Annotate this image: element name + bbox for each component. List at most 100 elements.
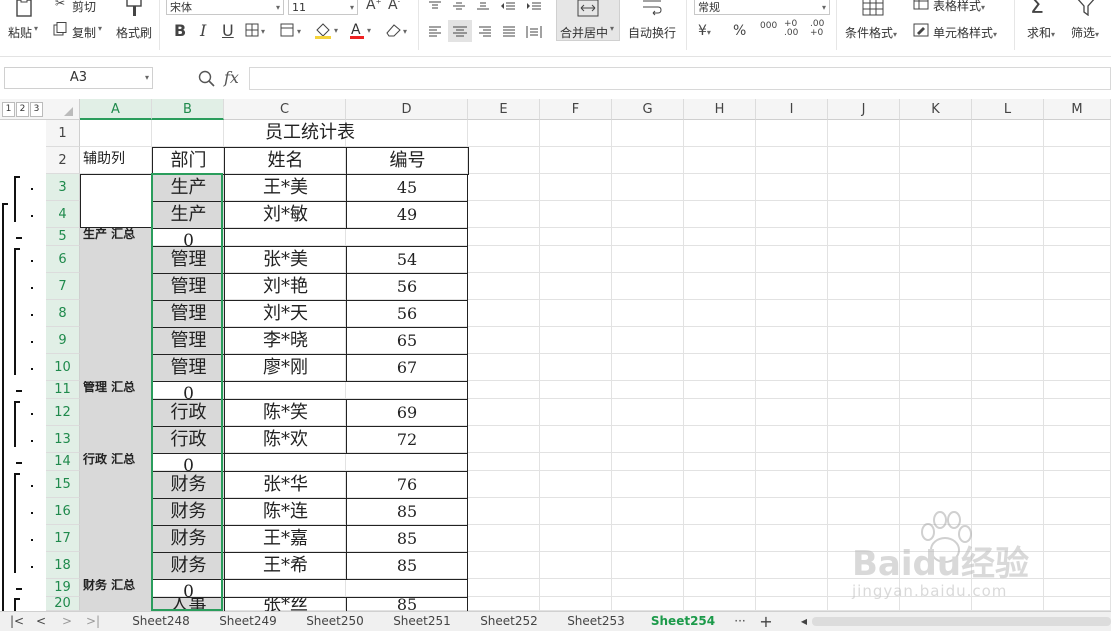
sheet-tab-sheet254[interactable]: Sheet254 <box>640 612 726 631</box>
subtotal-blank-cell[interactable] <box>224 453 468 472</box>
column-header-l[interactable]: L <box>972 99 1044 120</box>
paste-dropdown-icon[interactable]: ▾ <box>34 24 38 33</box>
align-bottom-icon[interactable] <box>476 0 490 14</box>
outline-row-dot[interactable] <box>31 188 33 190</box>
align-center-icon[interactable] <box>448 20 472 42</box>
row-header-6[interactable]: 6 <box>46 246 80 273</box>
row-header-13[interactable]: 13 <box>46 426 80 453</box>
paste-icon[interactable] <box>14 0 34 18</box>
column-header-f[interactable]: F <box>540 99 612 120</box>
id-cell[interactable]: 54 <box>346 246 468 274</box>
copy-dropdown-icon[interactable]: ▾ <box>98 24 102 33</box>
row-header-10[interactable]: 10 <box>46 354 80 381</box>
prev-sheet-icon[interactable]: < <box>32 612 50 631</box>
name-cell[interactable]: 王*希 <box>224 552 347 580</box>
dept-cell[interactable]: 生产 <box>152 174 225 202</box>
row-header-11[interactable]: 11 <box>46 381 80 399</box>
id-cell[interactable]: 45 <box>346 174 468 202</box>
zoom-icon[interactable] <box>198 70 216 91</box>
more-sheets-button[interactable]: ··· <box>730 612 750 631</box>
sheet-title-cell[interactable]: 员工统计表 <box>152 120 468 147</box>
percent-icon[interactable]: % <box>733 23 746 39</box>
outline-row-dot[interactable] <box>31 512 33 514</box>
id-cell[interactable]: 49 <box>346 201 468 229</box>
name-cell[interactable]: 刘*艳 <box>224 273 347 301</box>
column-header-c[interactable]: C <box>224 99 346 120</box>
last-sheet-icon[interactable]: >| <box>84 612 102 631</box>
outline-row-dot[interactable] <box>31 413 33 415</box>
dept-cell[interactable]: 管理 <box>152 327 225 355</box>
sheet-tab-sheet252[interactable]: Sheet252 <box>466 612 552 631</box>
dept-cell[interactable]: 财务 <box>152 525 225 553</box>
subtotal-count-cell[interactable]: 0 <box>152 228 225 247</box>
font-name-select[interactable]: 宋体 ▾ <box>166 0 284 15</box>
name-cell[interactable]: 王*嘉 <box>224 525 347 553</box>
scroll-left-icon[interactable]: ◀ <box>798 612 810 631</box>
column-header-k[interactable]: K <box>900 99 972 120</box>
row-header-5[interactable]: 5 <box>46 228 80 246</box>
dept-cell[interactable]: 管理 <box>152 246 225 274</box>
increase-decimal-icon[interactable]: +0 .00 <box>784 20 804 38</box>
sheet-tab-sheet253[interactable]: Sheet253 <box>553 612 639 631</box>
name-cell[interactable]: 王*美 <box>224 174 347 202</box>
row-header-4[interactable]: 4 <box>46 201 80 228</box>
add-sheet-button[interactable]: + <box>757 612 775 631</box>
subtotal-label-cell[interactable]: 财务 汇总 <box>80 579 152 598</box>
table-style-button[interactable]: 表格样式▾ <box>933 0 985 14</box>
outline-row-dot[interactable] <box>31 287 33 289</box>
id-cell[interactable]: 56 <box>346 273 468 301</box>
underline-icon[interactable]: U <box>222 21 234 40</box>
row-header-3[interactable]: 3 <box>46 174 80 201</box>
outline-subtotal-marker[interactable] <box>16 390 22 392</box>
sheet-tab-sheet251[interactable]: Sheet251 <box>379 612 465 631</box>
name-cell[interactable]: 陈*连 <box>224 498 347 526</box>
outline-row-dot[interactable] <box>31 215 33 217</box>
copy-icon[interactable] <box>53 22 67 39</box>
sum-button[interactable]: 求和▾ <box>1027 24 1055 41</box>
outline-group-bracket-top[interactable] <box>14 598 20 600</box>
column-header-a[interactable]: A <box>80 99 152 120</box>
row-header-18[interactable]: 18 <box>46 552 80 579</box>
dept-cell[interactable]: 管理 <box>152 300 225 328</box>
outline-level-1-button[interactable]: 1 <box>2 102 15 117</box>
outline-group-bracket-top[interactable] <box>14 473 20 475</box>
outline-group-bracket[interactable] <box>14 473 16 573</box>
dept-cell[interactable]: 财务 <box>152 552 225 580</box>
currency-icon[interactable]: ¥▾ <box>698 23 711 39</box>
column-header-i[interactable]: I <box>756 99 828 120</box>
italic-icon[interactable]: I <box>200 21 206 40</box>
name-box[interactable]: A3 ▾ <box>4 67 153 89</box>
outline-subtotal-marker[interactable] <box>16 462 22 464</box>
name-cell[interactable]: 陈*欢 <box>224 426 347 454</box>
conditional-format-icon[interactable] <box>862 0 884 19</box>
row-header-7[interactable]: 7 <box>46 273 80 300</box>
fill-color-icon[interactable]: ▾ <box>314 21 342 42</box>
dept-cell[interactable]: 财务 <box>152 498 225 526</box>
outline-level-2-button[interactable]: 2 <box>16 102 29 117</box>
id-cell[interactable]: 65 <box>346 327 468 355</box>
outline-row-dot[interactable] <box>31 440 33 442</box>
outline-group-bracket[interactable] <box>14 248 16 375</box>
column-header-e[interactable]: E <box>468 99 540 120</box>
row-header-2[interactable]: 2 <box>46 147 80 174</box>
subtotal-count-cell[interactable]: 0 <box>152 381 225 400</box>
outline-subtotal-marker[interactable] <box>16 237 22 239</box>
dept-cell[interactable]: 管理 <box>152 354 225 382</box>
subtotal-blank-cell[interactable] <box>224 579 468 598</box>
subtotal-label-cell[interactable]: 生产 汇总 <box>80 228 152 247</box>
id-cell[interactable]: 85 <box>346 552 468 580</box>
id-cell[interactable]: 76 <box>346 471 468 499</box>
filter-button[interactable]: 筛选▾ <box>1071 24 1099 41</box>
row-header-15[interactable]: 15 <box>46 471 80 498</box>
copy-button[interactable]: 复制 <box>72 24 96 41</box>
id-cell[interactable]: 85 <box>346 525 468 553</box>
outline-group-bracket-top[interactable] <box>14 176 20 178</box>
outline-group-bracket[interactable] <box>14 176 16 222</box>
sum-icon[interactable]: Σ <box>1030 0 1044 19</box>
id-cell[interactable]: 67 <box>346 354 468 382</box>
align-left-icon[interactable] <box>428 26 442 41</box>
outline-row-dot[interactable] <box>31 341 33 343</box>
subtotal-blank-cell[interactable] <box>224 228 468 247</box>
dept-cell[interactable]: 生产 <box>152 201 225 229</box>
outline-row-dot[interactable] <box>31 314 33 316</box>
